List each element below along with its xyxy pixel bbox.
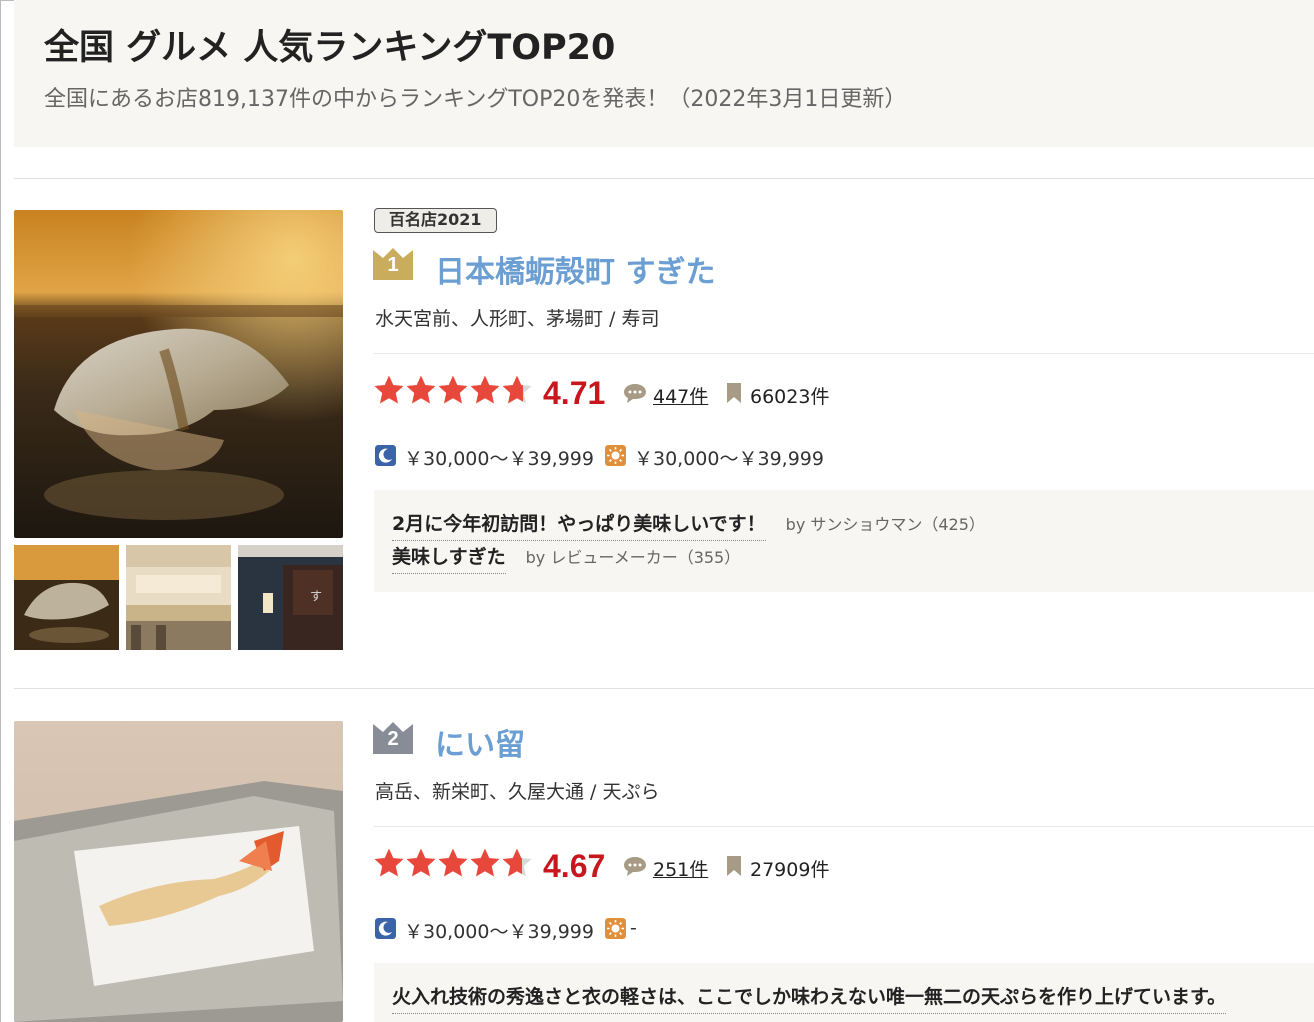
restaurant-photo-main[interactable]	[14, 721, 343, 1022]
star-icon	[470, 848, 500, 877]
rating-stars	[373, 374, 533, 414]
rating-score: 4.71	[543, 375, 606, 411]
review-snippets: 2月に今年初訪問！やっぱり美味しいです！ by サンショウマン（425） 美味し…	[374, 490, 1314, 592]
star-icon	[406, 848, 436, 877]
star-icon	[438, 848, 468, 877]
lunch-price: ￥30,000～￥39,999	[634, 448, 824, 470]
restaurant-name-link[interactable]: にい留	[435, 720, 525, 764]
rating-stars	[373, 847, 533, 887]
award-badge: 百名店2021	[374, 208, 497, 233]
review-snippet: 火入れ技術の秀逸さと衣の軽さは、ここでしか味わえない唯一無二の天ぷらを作り上げて…	[392, 982, 1227, 1014]
dinner-price: ￥30,000～￥39,999	[404, 921, 594, 943]
restaurant-area-genre: 高岳、新栄町、久屋大通 / 天ぷら	[375, 781, 660, 803]
review-author: by レビューメーカー（355）	[525, 548, 741, 567]
restaurant-thumbnail-1[interactable]	[14, 545, 119, 650]
star-icon	[406, 375, 436, 404]
divider	[14, 688, 1314, 689]
star-icon	[470, 375, 500, 404]
svg-text:す: す	[310, 589, 322, 603]
ranking-header: 全国 グルメ 人気ランキングTOP20 全国にあるお店819,137件の中からラ…	[14, 0, 1314, 147]
lunch-price: -	[630, 917, 637, 939]
bookmark-icon	[727, 383, 741, 403]
divider	[374, 826, 1314, 827]
restaurant-thumbnail-2[interactable]	[126, 545, 231, 650]
moon-icon	[375, 918, 396, 939]
star-icon	[502, 848, 532, 877]
rank-number: 1	[387, 254, 399, 276]
review-snippets: 火入れ技術の秀逸さと衣の軽さは、ここでしか味わえない唯一無二の天ぷらを作り上げて…	[374, 963, 1314, 1022]
divider	[374, 353, 1314, 354]
review-count-link[interactable]: 251件	[653, 855, 708, 882]
rating-score: 4.67	[543, 848, 606, 884]
bookmark-icon	[727, 856, 741, 876]
star-icon	[374, 848, 404, 877]
restaurant-name-link[interactable]: 日本橋蛎殻町 すぎた	[435, 247, 715, 291]
dinner-price: ￥30,000～￥39,999	[404, 448, 594, 470]
speech-bubble-icon	[624, 384, 646, 403]
review-title-link[interactable]: 火入れ技術の秀逸さと衣の軽さは、ここでしか味わえない唯一無二の天ぷらを作り上げて…	[392, 982, 1227, 1014]
bookmark-count: 27909件	[750, 859, 830, 881]
star-icon	[502, 375, 532, 404]
sun-icon	[605, 445, 626, 466]
restaurant-photo-main[interactable]	[14, 210, 343, 538]
rank-crown-silver-icon: 2	[372, 720, 414, 754]
page-subtitle: 全国にあるお店819,137件の中からランキングTOP20を発表！（2022年3…	[44, 87, 907, 112]
review-author: by サンショウマン（425）	[785, 515, 985, 534]
moon-icon	[375, 445, 396, 466]
page-title: 全国 グルメ 人気ランキングTOP20	[44, 28, 616, 68]
review-title-link[interactable]: 美味しすぎた	[392, 542, 506, 574]
bookmark-count: 66023件	[750, 386, 830, 408]
restaurant-thumbnail-3[interactable]: す	[238, 545, 343, 650]
sun-icon	[605, 918, 626, 939]
rank-number: 2	[387, 728, 399, 750]
restaurant-area-genre: 水天宮前、人形町、茅場町 / 寿司	[375, 308, 660, 330]
speech-bubble-icon	[624, 857, 646, 876]
review-snippet: 2月に今年初訪問！やっぱり美味しいです！ by サンショウマン（425）	[392, 509, 985, 541]
rank-crown-gold-icon: 1	[372, 246, 414, 280]
divider	[14, 178, 1314, 179]
star-icon	[438, 375, 468, 404]
review-title-link[interactable]: 2月に今年初訪問！やっぱり美味しいです！	[392, 509, 766, 541]
review-count-link[interactable]: 447件	[653, 382, 708, 409]
review-snippet: 美味しすぎた by レビューメーカー（355）	[392, 542, 740, 574]
star-icon	[374, 375, 404, 404]
